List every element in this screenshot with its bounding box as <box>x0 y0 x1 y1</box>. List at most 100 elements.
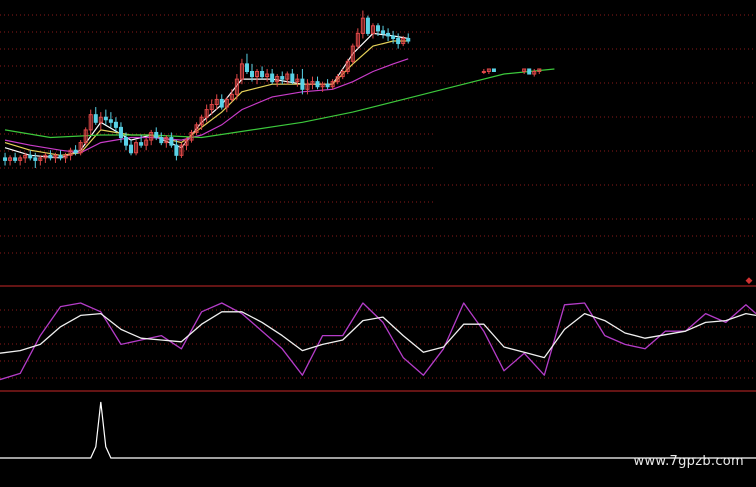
candle-body <box>154 131 159 139</box>
signal-line <box>0 401 756 459</box>
watermark: www.7gpzb.com <box>633 454 744 469</box>
candlestick <box>28 150 33 161</box>
candlestick <box>129 140 134 156</box>
candle-body <box>28 154 33 159</box>
candlestick <box>315 76 320 90</box>
candlestick <box>43 152 48 163</box>
candle-body <box>113 121 118 128</box>
candle-body <box>118 126 123 139</box>
candlestick <box>83 127 88 146</box>
stock-chart <box>0 10 756 459</box>
candlestick <box>275 74 280 87</box>
candle-body <box>290 73 295 83</box>
candlestick <box>134 140 139 156</box>
candle-body <box>169 137 174 146</box>
candlestick <box>174 140 179 161</box>
candlestick <box>108 112 113 128</box>
candle-body <box>406 37 411 42</box>
candlestick <box>396 33 401 49</box>
candlestick <box>345 58 350 75</box>
candle-body <box>300 78 305 90</box>
price-ma-mid-line <box>4 40 409 156</box>
candlestick <box>18 155 23 166</box>
candlestick <box>491 68 496 72</box>
candle-body <box>491 68 496 72</box>
signal-panel <box>0 401 756 459</box>
candlestick <box>360 10 365 39</box>
candle-body <box>249 71 255 78</box>
candlestick <box>295 74 300 87</box>
candlestick <box>300 68 305 95</box>
candlestick <box>265 68 270 82</box>
candlestick <box>78 140 83 156</box>
candlestick <box>527 68 532 75</box>
candle-body <box>315 81 320 88</box>
candlestick <box>58 150 63 161</box>
candle-body <box>260 71 265 78</box>
candle-body <box>139 142 144 146</box>
candle-body <box>280 76 285 80</box>
candlestick <box>406 33 411 44</box>
candlestick <box>93 107 98 125</box>
candlestick <box>189 129 194 143</box>
candle-body <box>375 25 381 32</box>
candle-body <box>244 63 249 73</box>
candlestick <box>522 68 527 75</box>
candle-body <box>58 154 63 159</box>
candlestick <box>386 28 391 42</box>
panel-marker-icon: ◆ <box>745 276 753 286</box>
candle-body <box>103 116 108 121</box>
candlestick <box>169 132 174 148</box>
candlestick <box>381 25 386 39</box>
candle-body <box>481 71 486 73</box>
candlestick <box>532 68 537 77</box>
candle-body <box>325 83 330 88</box>
candlestick <box>270 68 275 85</box>
candlestick <box>481 68 486 75</box>
candlestick <box>204 104 209 123</box>
candlestick <box>330 79 335 90</box>
candlestick <box>88 109 93 135</box>
candlestick <box>194 122 199 135</box>
candlestick <box>325 79 330 90</box>
candle-body <box>270 73 275 83</box>
candle-body <box>381 30 386 34</box>
candle-body <box>93 114 98 123</box>
candle-body <box>33 157 38 161</box>
candle-body <box>386 32 391 37</box>
oscillator-panel <box>0 302 756 381</box>
candlestick <box>164 135 169 148</box>
candle-body <box>219 98 224 108</box>
candlestick <box>280 71 285 85</box>
price-ma-longest-line <box>4 68 555 139</box>
candlestick <box>103 109 108 125</box>
candlestick <box>48 150 53 161</box>
candlestick <box>149 129 154 146</box>
candlestick <box>355 28 360 49</box>
candle-body <box>391 35 396 39</box>
grid-layer <box>0 14 756 392</box>
candle-body <box>159 137 164 144</box>
price-ma-short-line <box>4 32 409 159</box>
candlestick <box>290 68 295 85</box>
oscillator-osc-fast-line <box>0 302 756 381</box>
candlestick <box>305 79 310 95</box>
candle-body <box>108 119 113 123</box>
candlestick <box>179 142 184 158</box>
candlestick <box>68 147 73 161</box>
candlestick <box>310 76 315 90</box>
candlestick <box>365 15 370 36</box>
candle-body <box>396 37 401 45</box>
oscillator-osc-slow-line <box>0 311 756 359</box>
candle-body <box>73 149 78 154</box>
candlestick <box>13 152 18 163</box>
candlestick <box>144 137 149 151</box>
candle-body <box>129 144 134 154</box>
candlestick <box>3 152 8 166</box>
candlestick <box>255 68 260 85</box>
candlestick <box>537 68 542 75</box>
candlestick <box>224 96 229 113</box>
candle-body <box>174 144 179 156</box>
candle-body <box>13 157 18 161</box>
candlestick <box>370 23 375 39</box>
